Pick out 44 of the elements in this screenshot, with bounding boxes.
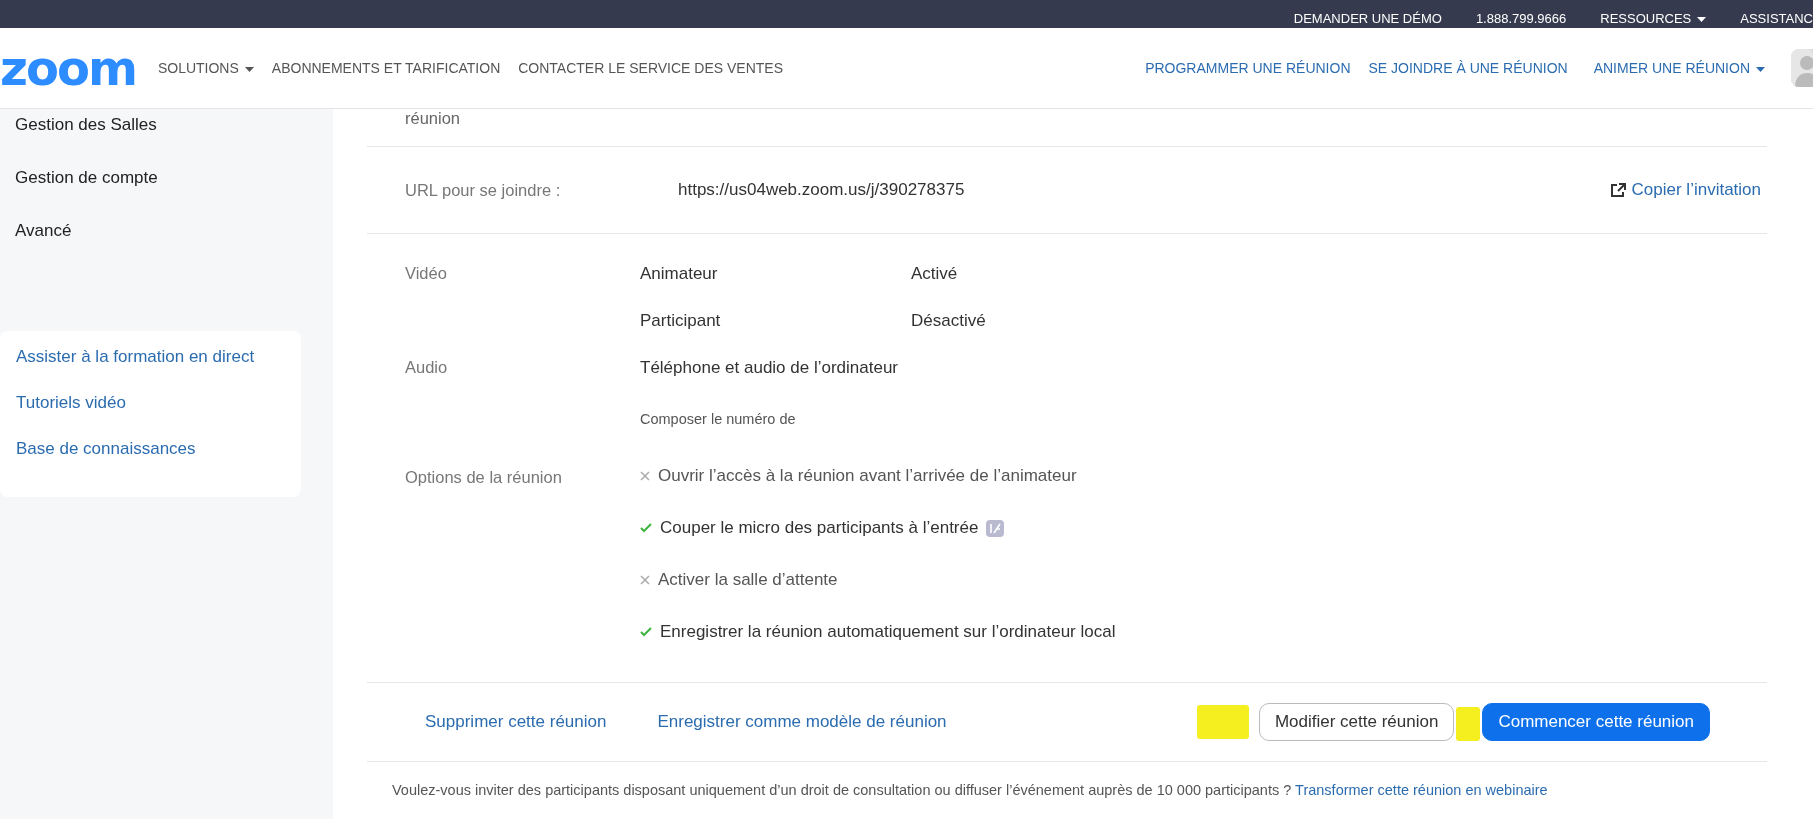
nav-link[interactable]: ANIMER UNE RÉUNION	[1593, 60, 1765, 76]
video-state: Activé	[911, 264, 959, 284]
highlight-mark	[1196, 705, 1249, 739]
copy-invitation-link[interactable]: Copier l’invitation	[1609, 180, 1761, 200]
sidebar-item[interactable]: Gestion de compte	[15, 168, 158, 187]
highlight-mark	[1456, 707, 1481, 741]
share-icon	[1609, 182, 1626, 198]
row-label: URL pour se joindre :	[405, 180, 561, 199]
help-link[interactable]: Assister à la formation en direct	[16, 347, 255, 366]
action-link[interactable]: Supprimer cette réunion	[425, 712, 607, 732]
top-link[interactable]: RESSOURCES	[1600, 11, 1707, 26]
logo[interactable]: zoom	[0, 40, 136, 96]
option-text: Activer la salle d’attente	[658, 570, 838, 590]
top-link[interactable]: ASSISTANC	[1740, 11, 1813, 26]
start-meeting-button[interactable]: Commencer cette réunion	[1482, 703, 1710, 741]
row-label: Vidéo	[405, 264, 447, 282]
nav-link[interactable]: SOLUTIONS	[157, 60, 254, 76]
row-label: réunion	[405, 109, 461, 127]
video-role: Animateur	[640, 264, 719, 284]
row-label: Audio	[405, 358, 448, 376]
nav-link[interactable]: CONTACTER LE SERVICE DES VENTES	[518, 60, 783, 76]
sidebar-item[interactable]: Gestion des Salles	[15, 115, 157, 134]
audio-value: Téléphone et audio de l’ordinateur	[640, 358, 900, 378]
help-link[interactable]: Base de connaissances	[16, 439, 196, 458]
action-link[interactable]: Enregistrer comme modèle de réunion	[657, 712, 947, 732]
option-text: Couper le micro des participants à l’entrée	[660, 518, 979, 538]
option-text: Enregistrer la réunion automatiquement sur l’ordinateur local	[660, 622, 1116, 642]
help-link[interactable]: Tutoriels vidéo	[16, 393, 126, 412]
top-link[interactable]: DEMANDER UNE DÉMO	[1293, 11, 1442, 26]
row-label: Options de la réunion	[405, 468, 562, 486]
edit-meeting-button[interactable]: Modifier cette réunion	[1258, 703, 1455, 741]
nav-link[interactable]: SE JOINDRE À UNE RÉUNION	[1368, 60, 1568, 76]
sidebar-item[interactable]: Avancé	[15, 221, 72, 240]
video-role: Participant	[640, 311, 722, 331]
video-state: Désactivé	[911, 311, 987, 331]
webinar-link[interactable]: Transformer cette réunion en webinaire	[1295, 782, 1548, 798]
option-text: Ouvrir l’accès à la réunion avant l’arrivée de l’animateur	[658, 466, 1077, 486]
nav-link[interactable]: PROGRAMMER UNE RÉUNION	[1145, 60, 1351, 76]
avatar-icon[interactable]	[1791, 49, 1813, 87]
footer-text: Voulez-vous inviter des participants disposant uniquement d’un droit de consultation ou diffuser l’événement auprès de 10 000 participants ?	[392, 782, 1292, 798]
join-url: https://us04web.zoom.us/j/390278375	[678, 180, 965, 199]
audio-note: Composer le numéro de	[640, 411, 797, 427]
top-link[interactable]: 1.888.799.9666	[1475, 11, 1567, 26]
nav-link[interactable]: ABONNEMENTS ET TARIFICATION	[271, 60, 501, 76]
